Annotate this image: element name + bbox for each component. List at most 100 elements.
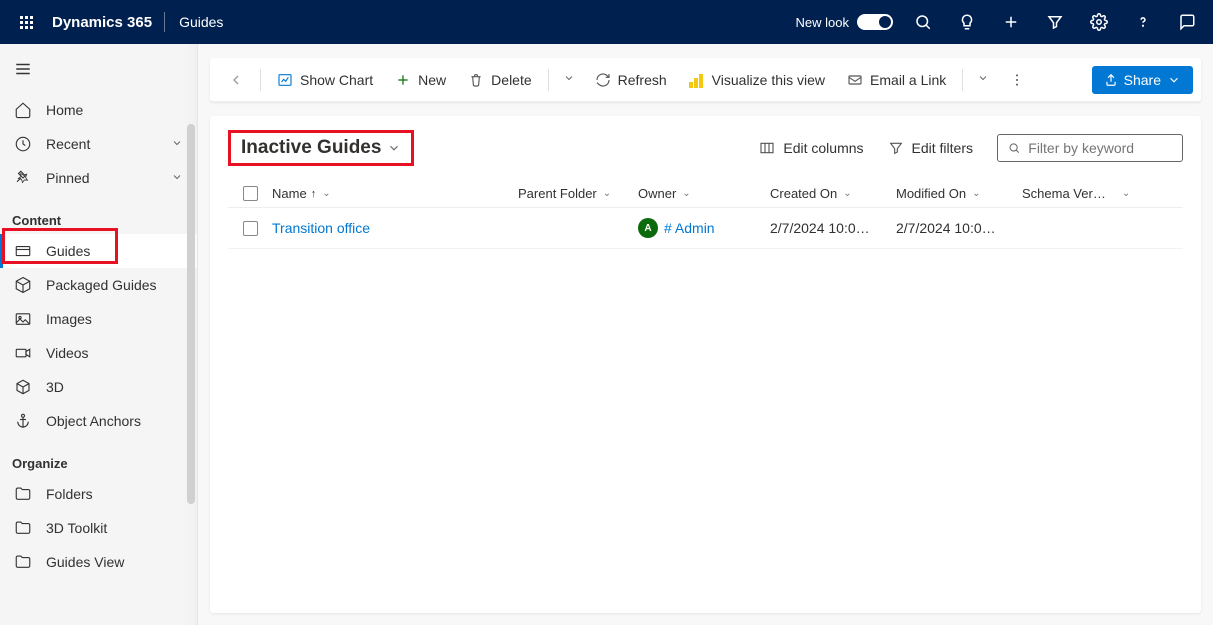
chat-icon[interactable]: [1165, 0, 1209, 44]
visualize-label: Visualize this view: [712, 72, 825, 88]
row-checkbox[interactable]: [243, 221, 258, 236]
new-look-label: New look: [796, 15, 849, 30]
cell-created: 2/7/2024 10:0…: [770, 220, 896, 236]
column-header-created[interactable]: Created On ⌄: [770, 186, 896, 201]
sidebar-item-label: Packaged Guides: [46, 277, 157, 293]
delete-label: Delete: [491, 72, 531, 88]
sidebar-item-label: Recent: [46, 136, 90, 152]
view-title: Inactive Guides: [241, 137, 381, 159]
refresh-button[interactable]: Refresh: [585, 66, 677, 94]
hamburger-icon[interactable]: [0, 54, 197, 93]
sort-ascending-icon: ↑: [311, 188, 317, 200]
help-icon[interactable]: [1121, 0, 1165, 44]
column-header-name[interactable]: Name ↑ ⌄: [272, 186, 518, 201]
sidebar-item-label: 3D Toolkit: [46, 520, 107, 536]
search-icon: [1008, 141, 1020, 155]
chevron-down-icon: ⌄: [322, 188, 330, 199]
sidebar-item-label: Images: [46, 311, 92, 327]
new-button[interactable]: New: [385, 66, 456, 94]
lightbulb-icon[interactable]: [945, 0, 989, 44]
filter-icon[interactable]: [1033, 0, 1077, 44]
sidebar-item-pinned[interactable]: Pinned: [0, 161, 197, 195]
anchor-icon: [14, 412, 32, 430]
powerbi-icon: [689, 72, 705, 88]
sidebar-item-label: Home: [46, 102, 83, 118]
show-chart-label: Show Chart: [300, 72, 373, 88]
scrollbar[interactable]: [183, 44, 197, 625]
new-label: New: [418, 72, 446, 88]
sidebar-item-packaged-guides[interactable]: Packaged Guides: [0, 268, 197, 302]
plus-icon[interactable]: [989, 0, 1033, 44]
new-look-toggle[interactable]: New look: [788, 14, 901, 30]
column-header-schema[interactable]: Schema Ver… ⌄: [1022, 186, 1132, 201]
toggle-icon[interactable]: [857, 14, 893, 30]
sidebar-item-videos[interactable]: Videos: [0, 336, 197, 370]
sidebar-item-guides[interactable]: Guides: [0, 234, 197, 268]
chevron-down-icon[interactable]: [969, 65, 997, 95]
cube-icon: [14, 378, 32, 396]
chevron-down-icon: ⌄: [1122, 188, 1130, 199]
sidebar-item-label: Videos: [46, 345, 89, 361]
column-header-modified[interactable]: Modified On ⌄: [896, 186, 1022, 201]
sidebar-item-folders[interactable]: Folders: [0, 477, 197, 511]
pin-icon: [14, 169, 32, 187]
sidebar-item-recent[interactable]: Recent: [0, 127, 197, 161]
visualize-button[interactable]: Visualize this view: [679, 66, 835, 94]
share-button[interactable]: Share: [1092, 66, 1193, 94]
sidebar-item-images[interactable]: Images: [0, 302, 197, 336]
app-launcher-icon[interactable]: [4, 0, 48, 44]
command-bar: Show Chart New Delete Refresh Visualize …: [210, 58, 1201, 102]
view-selector[interactable]: Inactive Guides: [228, 130, 414, 166]
sidebar-item-home[interactable]: Home: [0, 93, 197, 127]
clock-icon: [14, 135, 32, 153]
chevron-down-icon: [171, 170, 183, 186]
chevron-down-icon: ⌄: [682, 188, 690, 199]
filter-input[interactable]: [1028, 140, 1172, 156]
package-icon: [14, 276, 32, 294]
table-row[interactable]: Transition office A # Admin 2/7/2024 10:…: [228, 208, 1183, 249]
owner-link[interactable]: # Admin: [664, 220, 715, 236]
more-button[interactable]: [999, 66, 1035, 94]
chevron-down-icon: [171, 136, 183, 152]
filter-search-box[interactable]: [997, 134, 1183, 162]
email-link-button[interactable]: Email a Link: [837, 66, 956, 94]
record-link[interactable]: Transition office: [272, 220, 370, 236]
edit-columns-button[interactable]: Edit columns: [759, 140, 863, 156]
app-name[interactable]: Guides: [165, 14, 237, 30]
chevron-down-icon: [387, 141, 401, 155]
chevron-down-icon[interactable]: [555, 65, 583, 95]
email-label: Email a Link: [870, 72, 946, 88]
delete-button[interactable]: Delete: [458, 66, 541, 94]
sidebar-section-content: Content: [0, 195, 197, 234]
share-label: Share: [1124, 72, 1161, 88]
top-navbar: Dynamics 365 Guides New look: [0, 0, 1213, 44]
sidebar: Home Recent Pinned Content Guides Packag…: [0, 44, 198, 625]
sidebar-item-label: Guides: [46, 243, 90, 259]
show-chart-button[interactable]: Show Chart: [267, 66, 383, 94]
cell-modified: 2/7/2024 10:0…: [896, 220, 1022, 236]
column-header-parent[interactable]: Parent Folder ⌄: [518, 186, 638, 201]
edit-filters-label: Edit filters: [912, 140, 973, 156]
sidebar-item-label: Pinned: [46, 170, 90, 186]
brand-title[interactable]: Dynamics 365: [48, 14, 164, 31]
content-area: Show Chart New Delete Refresh Visualize …: [198, 44, 1213, 625]
search-icon[interactable]: [901, 0, 945, 44]
edit-columns-label: Edit columns: [783, 140, 863, 156]
select-all-checkbox[interactable]: [243, 186, 258, 201]
sidebar-item-guides-view[interactable]: Guides View: [0, 545, 197, 579]
grid-header: Name ↑ ⌄ Parent Folder ⌄ Owner ⌄ Created…: [228, 180, 1183, 208]
back-button[interactable]: [218, 66, 254, 94]
gear-icon[interactable]: [1077, 0, 1121, 44]
edit-filters-button[interactable]: Edit filters: [888, 140, 973, 156]
chevron-down-icon: ⌄: [603, 188, 611, 199]
column-header-owner[interactable]: Owner ⌄: [638, 186, 770, 201]
filter-icon: [888, 140, 904, 156]
sidebar-item-object-anchors[interactable]: Object Anchors: [0, 404, 197, 438]
image-icon: [14, 310, 32, 328]
sidebar-item-3d[interactable]: 3D: [0, 370, 197, 404]
sidebar-item-3d-toolkit[interactable]: 3D Toolkit: [0, 511, 197, 545]
folder-icon: [14, 519, 32, 537]
folder-icon: [14, 485, 32, 503]
sidebar-section-organize: Organize: [0, 438, 197, 477]
sidebar-item-label: Object Anchors: [46, 413, 141, 429]
